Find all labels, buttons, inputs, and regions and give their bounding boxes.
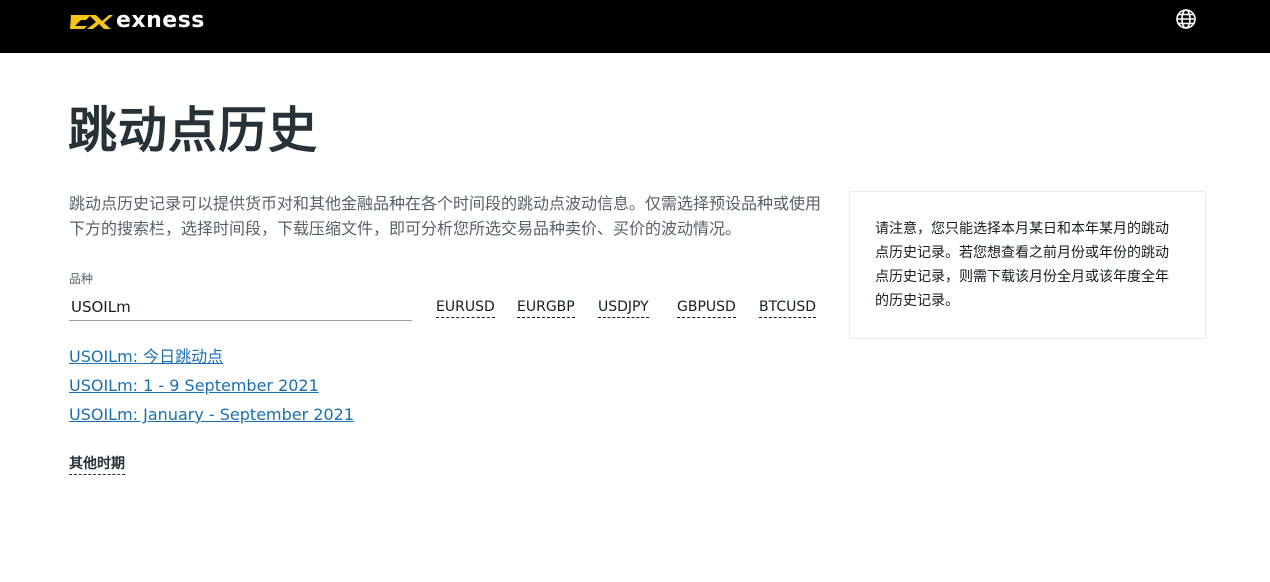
globe-icon[interactable] <box>1175 8 1197 30</box>
quick-symbol-eurusd[interactable]: EURUSD <box>436 297 495 318</box>
other-periods-toggle[interactable]: 其他时期 <box>69 454 125 475</box>
quick-symbol-eurgbp[interactable]: EURGBP <box>517 297 575 318</box>
symbol-field-label: 品种 <box>69 272 94 286</box>
download-link-year[interactable]: USOILm: January - September 2021 <box>69 404 354 426</box>
exness-logo-mark-icon <box>70 15 113 29</box>
page-title: 跳动点历史 <box>68 102 319 159</box>
symbol-search-input[interactable] <box>69 294 412 321</box>
page-description: 跳动点历史记录可以提供货币对和其他金融品种在各个时间段的跳动点波动信息。仅需选择… <box>69 194 822 238</box>
quick-symbol-btcusd[interactable]: BTCUSD <box>759 297 817 318</box>
quick-symbol-gbpusd[interactable]: GBPUSD <box>677 297 736 318</box>
download-link-today[interactable]: USOILm: 今日跳动点 <box>69 346 223 368</box>
notice-text: 请注意，您只能选择本月某日和本年某月的跳动点历史记录。若您想查看之前月份或年份的… <box>875 221 1169 309</box>
logo-text: exness <box>116 8 205 33</box>
quick-symbol-usdjpy[interactable]: USDJPY <box>598 297 649 318</box>
notice-box: 请注意，您只能选择本月某日和本年某月的跳动点历史记录。若您想查看之前月份或年份的… <box>849 191 1206 339</box>
download-link-month[interactable]: USOILm: 1 - 9 September 2021 <box>69 375 319 397</box>
exness-logo[interactable]: exness <box>69 8 205 34</box>
top-bar: exness <box>0 0 1270 53</box>
